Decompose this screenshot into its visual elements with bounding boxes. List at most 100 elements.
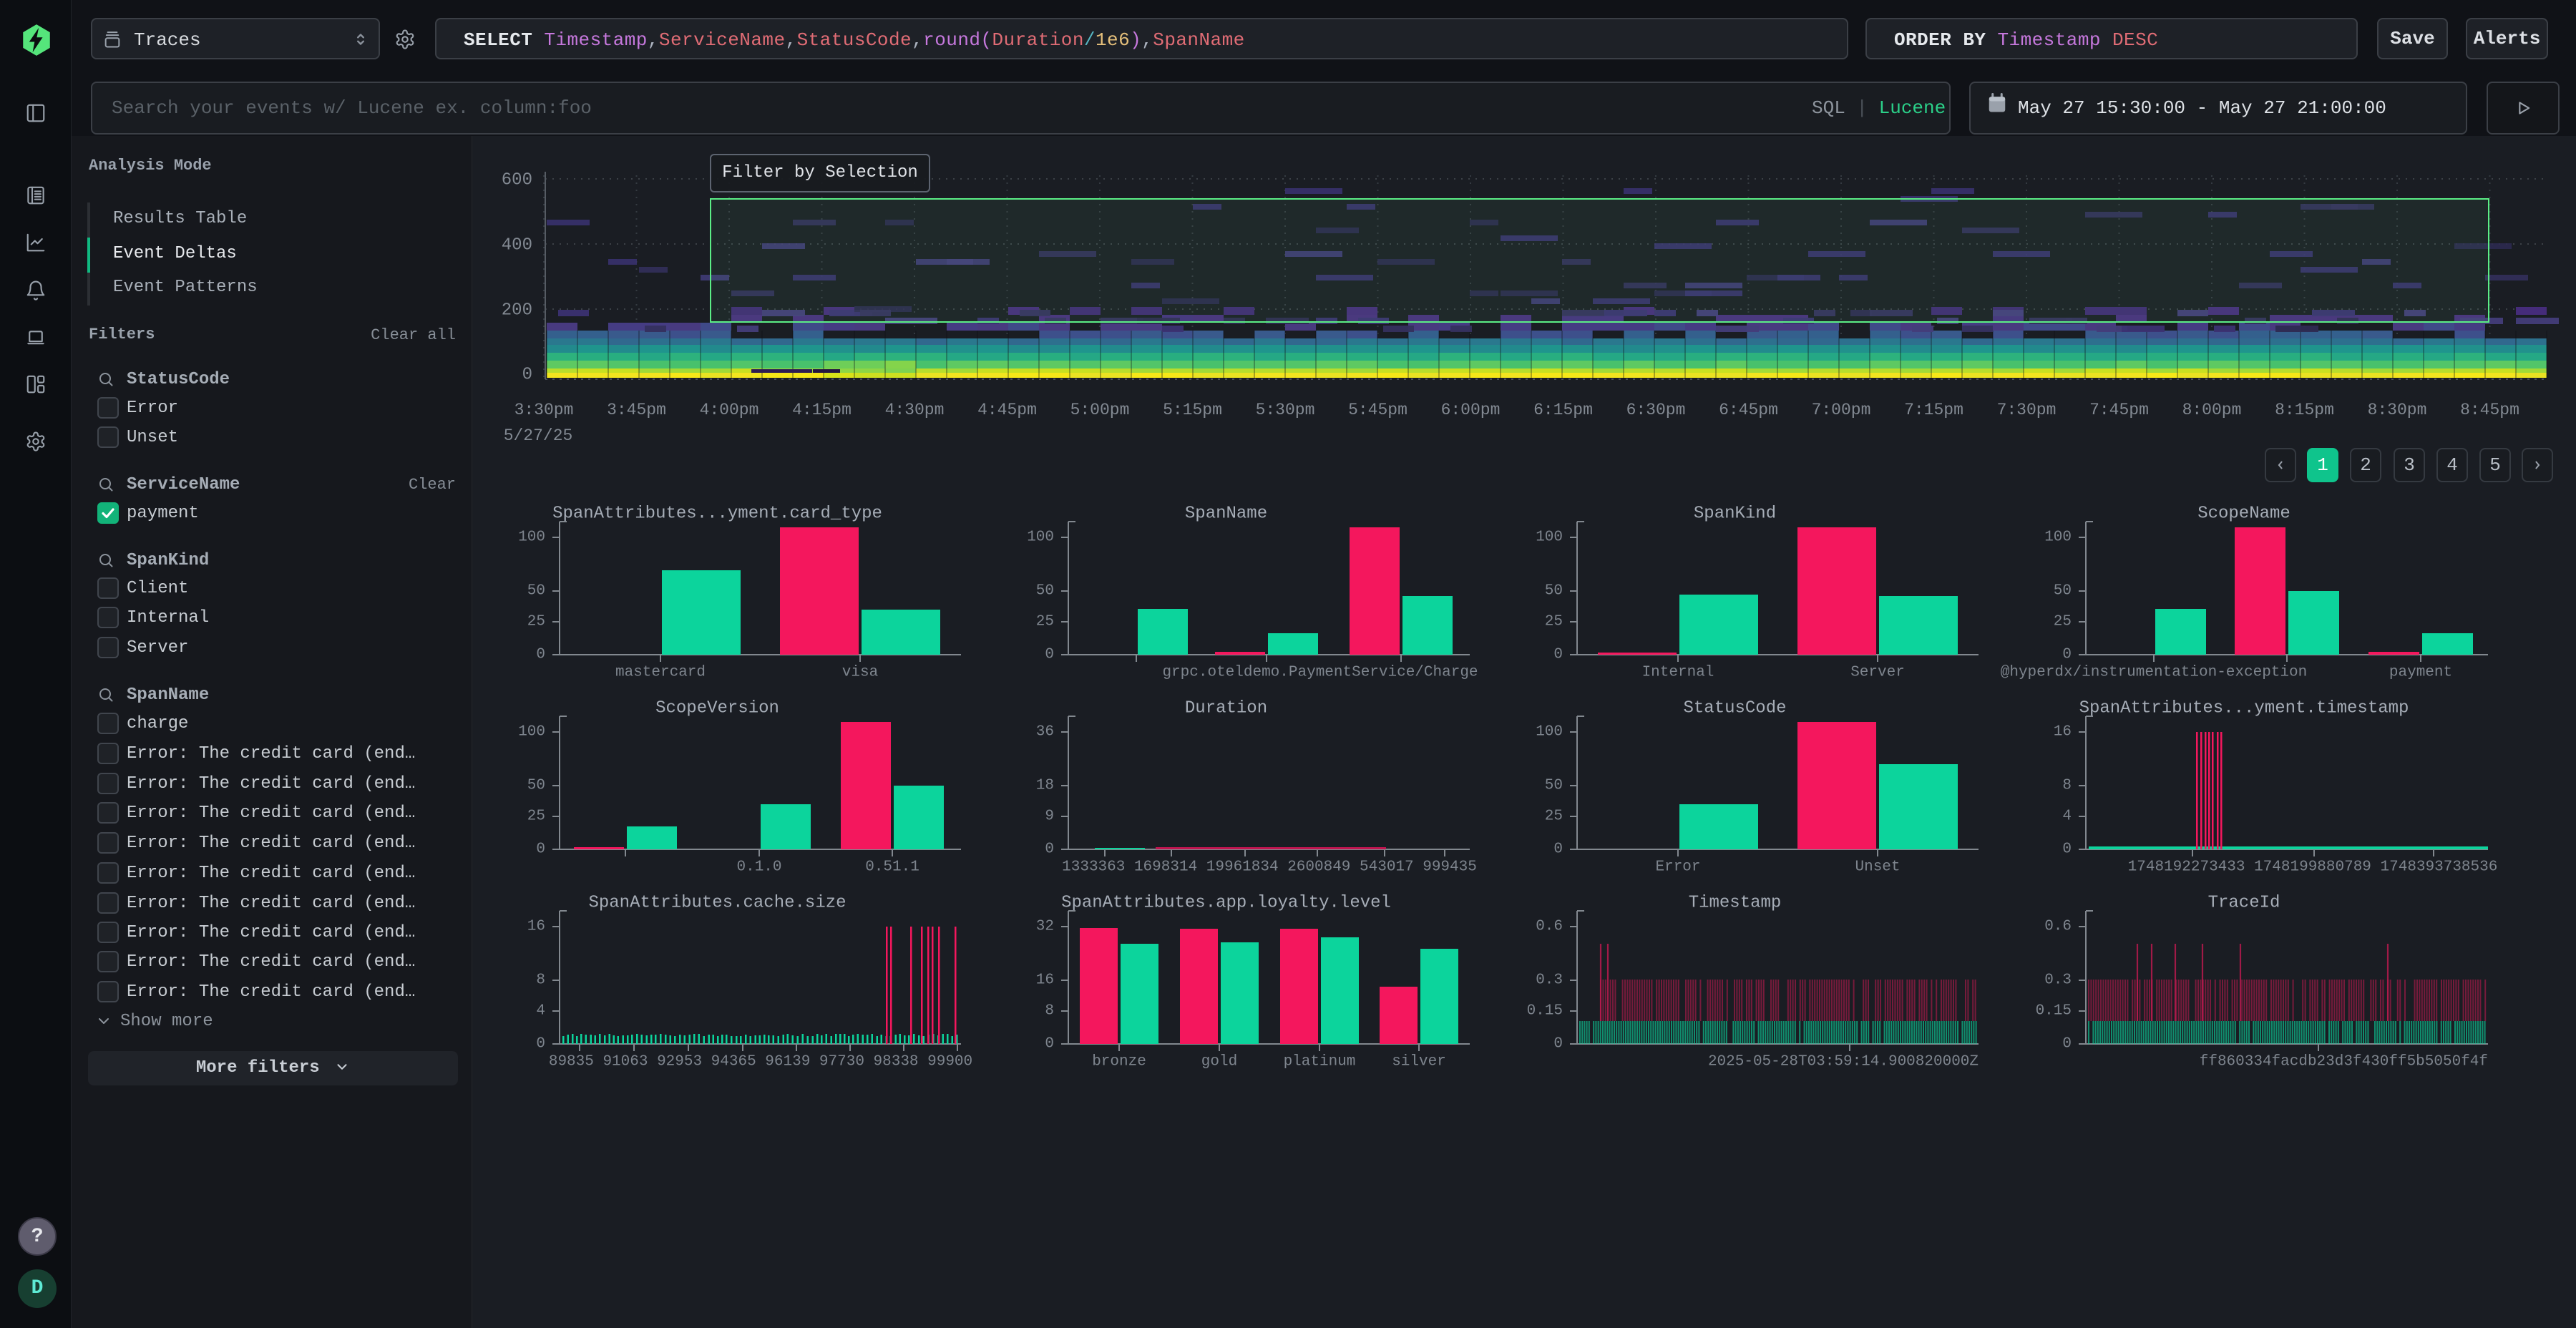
svg-text:ScopeVersion: ScopeVersion	[655, 699, 779, 718]
svg-text:25: 25	[527, 614, 545, 630]
svg-text:SpanAttributes.cache.size: SpanAttributes.cache.size	[588, 894, 846, 913]
svg-text:2025-05-28T03:59:14.900820000Z: 2025-05-28T03:59:14.900820000Z	[1708, 1054, 1979, 1070]
svg-text:100: 100	[1536, 529, 1563, 546]
svg-text:payment: payment	[2389, 665, 2452, 681]
svg-text:5:30pm: 5:30pm	[1256, 401, 1315, 419]
svg-text:6:45pm: 6:45pm	[1719, 401, 1778, 419]
svg-text:100: 100	[518, 724, 545, 741]
svg-text:0: 0	[1553, 841, 1563, 858]
svg-text:0.6: 0.6	[1536, 919, 1563, 935]
svg-text:0: 0	[536, 647, 545, 663]
svg-text:1748192273433 1748199880789 17: 1748192273433 1748199880789 174839373853…	[2128, 859, 2498, 876]
svg-text:7:15pm: 7:15pm	[1904, 401, 1963, 419]
svg-text:5:00pm: 5:00pm	[1070, 401, 1130, 419]
svg-text:5:15pm: 5:15pm	[1163, 401, 1222, 419]
svg-text:visa: visa	[842, 665, 878, 681]
svg-text:SpanName: SpanName	[1185, 504, 1267, 524]
svg-text:StatusCode: StatusCode	[1683, 699, 1786, 718]
svg-text:4:30pm: 4:30pm	[885, 401, 945, 419]
svg-text:7:30pm: 7:30pm	[1997, 401, 2057, 419]
svg-text:25: 25	[1545, 614, 1563, 630]
svg-text:400: 400	[502, 236, 532, 255]
svg-text:0.3: 0.3	[1536, 972, 1563, 989]
svg-text:4:00pm: 4:00pm	[700, 401, 759, 419]
svg-text:@hyperdx/instrumentation-excep: @hyperdx/instrumentation-exception	[2001, 665, 2307, 681]
svg-text:50: 50	[1545, 778, 1563, 794]
svg-text:0: 0	[1553, 1036, 1563, 1053]
svg-text:16: 16	[527, 919, 545, 935]
svg-text:8: 8	[536, 972, 545, 989]
svg-text:50: 50	[1036, 583, 1054, 600]
svg-text:0: 0	[2062, 1036, 2072, 1053]
svg-text:mastercard: mastercard	[615, 665, 706, 681]
svg-text:25: 25	[2054, 614, 2072, 630]
svg-text:4: 4	[536, 1003, 545, 1020]
svg-text:5/27/25: 5/27/25	[504, 426, 573, 445]
svg-text:50: 50	[1545, 583, 1563, 600]
svg-text:6:00pm: 6:00pm	[1441, 401, 1501, 419]
svg-text:0: 0	[1045, 841, 1054, 858]
svg-text:200: 200	[502, 301, 532, 321]
svg-text:platinum: platinum	[1284, 1054, 1356, 1070]
svg-text:25: 25	[527, 809, 545, 825]
svg-text:SpanAttributes...yment.timesta: SpanAttributes...yment.timestamp	[2079, 699, 2409, 718]
svg-text:50: 50	[527, 583, 545, 600]
svg-text:50: 50	[2054, 583, 2072, 600]
svg-text:600: 600	[502, 171, 532, 190]
svg-text:0.15: 0.15	[2036, 1003, 2072, 1020]
svg-text:25: 25	[1036, 614, 1054, 630]
svg-text:7:45pm: 7:45pm	[2089, 401, 2149, 419]
svg-text:Unset: Unset	[1855, 859, 1900, 876]
svg-text:50: 50	[527, 778, 545, 794]
svg-text:16: 16	[1036, 972, 1054, 989]
svg-text:SpanKind: SpanKind	[1694, 504, 1776, 524]
svg-text:32: 32	[1036, 919, 1054, 935]
svg-text:5:45pm: 5:45pm	[1348, 401, 1407, 419]
svg-text:16: 16	[2054, 724, 2072, 741]
svg-text:100: 100	[2044, 529, 2072, 546]
svg-text:0: 0	[1553, 647, 1563, 663]
svg-text:8:45pm: 8:45pm	[2460, 401, 2519, 419]
svg-text:4:15pm: 4:15pm	[792, 401, 852, 419]
svg-text:4: 4	[2062, 809, 2072, 825]
svg-text:3:30pm: 3:30pm	[514, 401, 574, 419]
svg-text:7:00pm: 7:00pm	[1812, 401, 1871, 419]
svg-text:8:30pm: 8:30pm	[2368, 401, 2427, 419]
svg-text:Timestamp: Timestamp	[1689, 894, 1782, 913]
svg-text:0.6: 0.6	[2044, 919, 2072, 935]
svg-text:18: 18	[1036, 778, 1054, 794]
svg-text:3:45pm: 3:45pm	[607, 401, 666, 419]
svg-text:0: 0	[522, 366, 532, 385]
svg-text:TraceId: TraceId	[2208, 894, 2280, 913]
svg-text:Duration: Duration	[1185, 699, 1267, 718]
svg-text:100: 100	[1536, 724, 1563, 741]
svg-text:8: 8	[1045, 1003, 1054, 1020]
svg-text:6:15pm: 6:15pm	[1533, 401, 1593, 419]
svg-text:SpanAttributes...yment.card_ty: SpanAttributes...yment.card_type	[552, 504, 882, 524]
svg-text:1333363 1698314 19961834 26008: 1333363 1698314 19961834 2600849 543017 …	[1062, 859, 1477, 876]
svg-text:Error: Error	[1655, 859, 1700, 876]
svg-text:36: 36	[1036, 724, 1054, 741]
svg-text:ff860334facdb23d3f430ff5b5050f: ff860334facdb23d3f430ff5b5050f4f	[2200, 1054, 2488, 1070]
svg-text:8:00pm: 8:00pm	[2182, 401, 2242, 419]
svg-text:Server: Server	[1850, 665, 1905, 681]
svg-text:silver: silver	[1392, 1054, 1446, 1070]
svg-text:100: 100	[518, 529, 545, 546]
svg-text:bronze: bronze	[1092, 1054, 1146, 1070]
svg-text:89835 91063 92953 94365 96139: 89835 91063 92953 94365 96139 97730 9833…	[549, 1054, 972, 1070]
svg-text:grpc.oteldemo.PaymentService/C: grpc.oteldemo.PaymentService/Charge	[1162, 665, 1478, 681]
svg-text:4:45pm: 4:45pm	[977, 401, 1037, 419]
svg-text:0: 0	[1045, 647, 1054, 663]
svg-text:8: 8	[2062, 778, 2072, 794]
svg-text:0: 0	[536, 1036, 545, 1053]
svg-text:ScopeName: ScopeName	[2197, 504, 2290, 524]
svg-text:0: 0	[1045, 1036, 1054, 1053]
svg-text:6:30pm: 6:30pm	[1626, 401, 1686, 419]
svg-text:Internal: Internal	[1642, 665, 1714, 681]
svg-text:0.1.0: 0.1.0	[736, 859, 781, 876]
svg-text:0: 0	[2062, 647, 2072, 663]
svg-text:8:15pm: 8:15pm	[2275, 401, 2334, 419]
svg-text:0.15: 0.15	[1527, 1003, 1563, 1020]
svg-text:25: 25	[1545, 809, 1563, 825]
svg-text:SpanAttributes.app.loyalty.lev: SpanAttributes.app.loyalty.level	[1061, 894, 1391, 913]
